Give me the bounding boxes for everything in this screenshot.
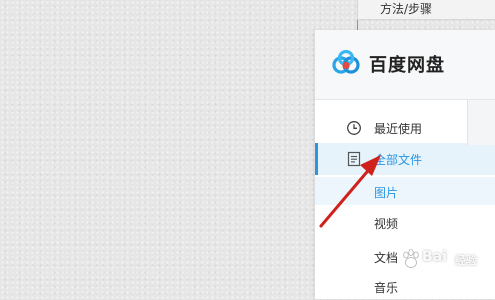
- paw-logo-icon: [403, 249, 419, 268]
- sidebar-subitem-label: 图片: [374, 186, 399, 200]
- app-title: 百度网盘: [369, 55, 445, 76]
- baidu-jingyan-watermark: Bai 经验: [392, 246, 492, 274]
- steps-tab-label: 方法/步骤: [380, 2, 433, 16]
- sidebar-item-all-files[interactable]: 全部文件: [315, 143, 495, 175]
- clock-icon: [347, 121, 361, 135]
- document-icon: [347, 151, 361, 167]
- steps-tab[interactable]: 方法/步骤: [357, 0, 495, 58]
- sidebar-subitem-music[interactable]: 音乐: [315, 272, 495, 300]
- baidu-netdisk-logo-icon: [332, 50, 360, 74]
- sidebar-item-label: 最近使用: [374, 122, 423, 136]
- watermark-brand: Bai: [422, 249, 447, 265]
- desktop-background: 方法/步骤 百度网盘 最近使用 全部文件 图片 视频 文档 音乐 Bai 经验: [0, 0, 495, 299]
- watermark-text: 经验: [455, 254, 477, 267]
- sidebar-item-label: 全部文件: [374, 153, 423, 167]
- app-header: 百度网盘: [315, 30, 495, 100]
- sidebar-subitem-label: 音乐: [374, 281, 399, 295]
- sidebar-subitem-label: 视频: [374, 217, 399, 231]
- sidebar-subitem-videos[interactable]: 视频: [315, 208, 495, 236]
- active-indicator: [315, 143, 318, 175]
- content-pane-edge: [467, 100, 495, 145]
- sidebar-subitem-images[interactable]: 图片: [315, 177, 495, 205]
